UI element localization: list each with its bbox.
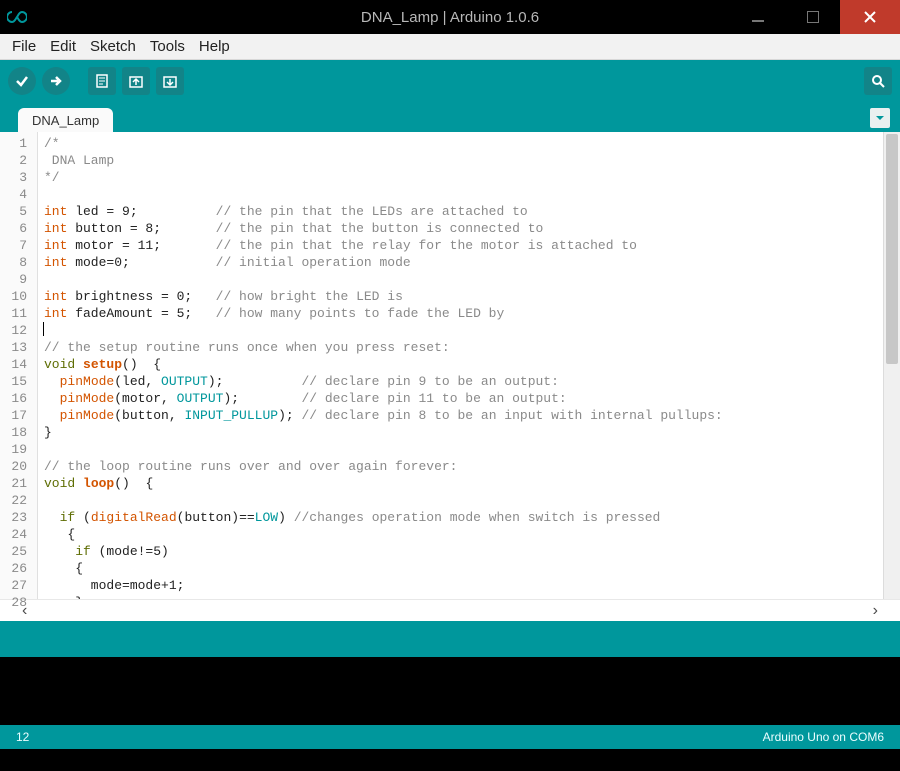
- code-line: }: [44, 424, 879, 441]
- code-line: [44, 186, 879, 203]
- code-line: int brightness = 0; // how bright the LE…: [44, 288, 879, 305]
- new-button[interactable]: [88, 67, 116, 95]
- code-line: }: [44, 594, 879, 599]
- code-line: */: [44, 169, 879, 186]
- tab-active[interactable]: DNA_Lamp: [18, 108, 113, 132]
- titlebar: DNA_Lamp | Arduino 1.0.6: [0, 0, 900, 34]
- code-line: {: [44, 526, 879, 543]
- code-line: [44, 441, 879, 458]
- code-line: // the setup routine runs once when you …: [44, 339, 879, 356]
- horizontal-scrollbar[interactable]: ‹ ›: [0, 599, 900, 621]
- code-line: pinMode(button, INPUT_PULLUP); // declar…: [44, 407, 879, 424]
- scroll-right-icon[interactable]: ›: [873, 602, 878, 620]
- verify-button[interactable]: [8, 67, 36, 95]
- code-line: int button = 8; // the pin that the butt…: [44, 220, 879, 237]
- status-board-port: Arduino Uno on COM6: [763, 730, 884, 744]
- menu-sketch[interactable]: Sketch: [84, 36, 142, 57]
- app-window: DNA_Lamp | Arduino 1.0.6 File Edit Sketc…: [0, 0, 900, 771]
- code-line: {: [44, 560, 879, 577]
- upload-button[interactable]: [42, 67, 70, 95]
- code-line: if (digitalRead(button)==LOW) //changes …: [44, 509, 879, 526]
- menu-help[interactable]: Help: [193, 36, 236, 57]
- editor: 1234567891011121314151617181920212223242…: [0, 132, 900, 599]
- code-line: int fadeAmount = 5; // how many points t…: [44, 305, 879, 322]
- code-line: if (mode!=5): [44, 543, 879, 560]
- statusbar: 12 Arduino Uno on COM6: [0, 725, 900, 749]
- code-line: [44, 492, 879, 509]
- code-line: pinMode(motor, OUTPUT); // declare pin 1…: [44, 390, 879, 407]
- menu-tools[interactable]: Tools: [144, 36, 191, 57]
- code-line: DNA Lamp: [44, 152, 879, 169]
- open-button[interactable]: [122, 67, 150, 95]
- code-line: /*: [44, 135, 879, 152]
- code-line: mode=mode+1;: [44, 577, 879, 594]
- window-controls: [730, 0, 900, 34]
- menu-edit[interactable]: Edit: [44, 36, 82, 57]
- status-line-number: 12: [16, 730, 29, 744]
- serial-monitor-button[interactable]: [864, 67, 892, 95]
- app-icon: [0, 0, 34, 34]
- menu-file[interactable]: File: [6, 36, 42, 57]
- line-gutter: 1234567891011121314151617181920212223242…: [0, 132, 38, 599]
- code-line: void setup() {: [44, 356, 879, 373]
- code-line: int led = 9; // the pin that the LEDs ar…: [44, 203, 879, 220]
- console[interactable]: [0, 657, 900, 725]
- minimize-button[interactable]: [730, 0, 785, 34]
- close-button[interactable]: [840, 0, 900, 34]
- vertical-scroll-thumb[interactable]: [886, 134, 898, 364]
- code-line: pinMode(led, OUTPUT); // declare pin 9 t…: [44, 373, 879, 390]
- tab-row: DNA_Lamp: [0, 102, 900, 132]
- code-line: // the loop routine runs over and over a…: [44, 458, 879, 475]
- code-line: int motor = 11; // the pin that the rela…: [44, 237, 879, 254]
- save-button[interactable]: [156, 67, 184, 95]
- maximize-button[interactable]: [785, 0, 840, 34]
- code-line: void loop() {: [44, 475, 879, 492]
- code-line: int mode=0; // initial operation mode: [44, 254, 879, 271]
- message-bar: [0, 621, 900, 657]
- code-line: [44, 271, 879, 288]
- menubar: File Edit Sketch Tools Help: [0, 34, 900, 60]
- vertical-scrollbar[interactable]: [883, 132, 900, 599]
- code-area[interactable]: /* DNA Lamp*/ int led = 9; // the pin th…: [38, 132, 883, 599]
- code-line: [44, 322, 879, 339]
- tab-menu-button[interactable]: [870, 108, 890, 128]
- toolbar: [0, 60, 900, 102]
